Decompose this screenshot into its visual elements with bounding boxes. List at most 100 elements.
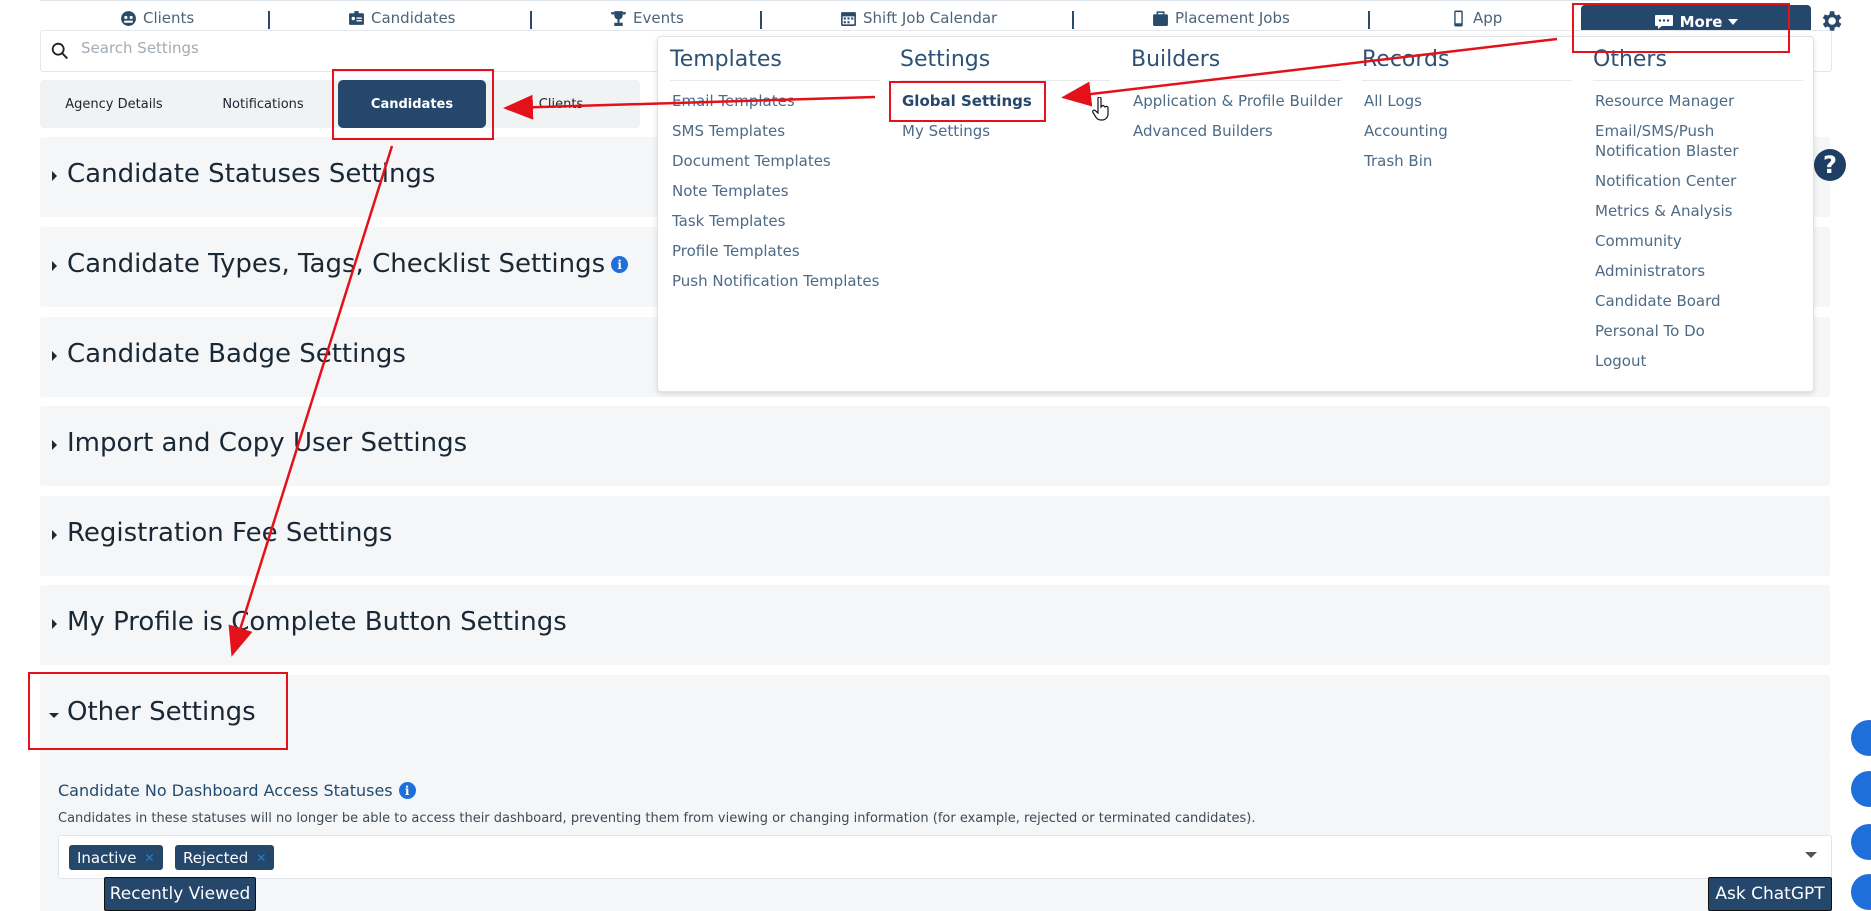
status-chip: Rejected ✕ — [175, 845, 275, 870]
nav-divider — [530, 11, 532, 29]
section-other-settings[interactable]: Other Settings — [40, 675, 1830, 755]
caret-right-icon — [52, 351, 57, 361]
mobile-icon — [1454, 10, 1463, 26]
menu-item[interactable]: SMS Templates — [672, 121, 880, 151]
menu-item[interactable]: Email/SMS/Push Notification Blaster — [1595, 121, 1745, 171]
nav-events-label: Events — [633, 9, 684, 27]
caret-right-icon — [52, 530, 57, 540]
trophy-icon — [611, 10, 626, 26]
menu-item[interactable]: Metrics & Analysis — [1595, 201, 1803, 231]
nav-placement-jobs[interactable]: Placement Jobs — [1152, 9, 1290, 27]
menu-item[interactable]: Task Templates — [672, 211, 880, 241]
nav-shift-job-calendar[interactable]: Shift Job Calendar — [840, 9, 997, 27]
menu-item[interactable]: Trash Bin — [1364, 151, 1572, 181]
tab-clients[interactable]: Clients — [486, 80, 636, 128]
menu-item[interactable]: Candidate Board — [1595, 291, 1803, 321]
menu-item[interactable]: My Settings — [902, 121, 1110, 151]
tab-agency-details[interactable]: Agency Details — [40, 80, 188, 128]
menu-item[interactable]: Profile Templates — [672, 241, 880, 271]
briefcase-icon — [1153, 10, 1168, 26]
menu-item[interactable]: Advanced Builders — [1133, 121, 1343, 151]
remove-icon[interactable]: ✕ — [145, 851, 155, 865]
side-action-button[interactable] — [1851, 874, 1871, 910]
nav-clients[interactable]: Clients — [120, 9, 194, 27]
nav-placement-jobs-label: Placement Jobs — [1175, 9, 1290, 27]
menu-column-others: Others Resource Manager Email/SMS/Push N… — [1593, 47, 1803, 381]
menu-item[interactable]: Push Notification Templates — [672, 271, 880, 301]
menu-item[interactable]: Email Templates — [672, 91, 880, 121]
menu-item[interactable]: Resource Manager — [1595, 91, 1803, 121]
section-title: Candidate Badge Settings — [67, 339, 406, 369]
section-title: Import and Copy User Settings — [67, 428, 468, 458]
section-title-text: Candidate Types, Tags, Checklist Setting… — [67, 249, 606, 279]
menu-heading: Templates — [670, 47, 880, 81]
annotation-box-candidates-tab — [332, 69, 494, 140]
nav-divider — [1368, 11, 1370, 29]
search-icon — [51, 42, 68, 60]
annotation-arrow — [228, 145, 394, 657]
nav-candidates[interactable]: Candidates — [348, 9, 456, 27]
section-import-copy-user[interactable]: Import and Copy User Settings — [40, 406, 1830, 486]
menu-item[interactable]: All Logs — [1364, 91, 1572, 121]
hand-cursor-icon — [1092, 97, 1109, 121]
nav-divider — [760, 11, 762, 29]
search-input[interactable] — [79, 38, 683, 58]
section-title: Registration Fee Settings — [67, 518, 393, 548]
section-title: Candidate Statuses Settings — [67, 159, 436, 189]
nav-divider — [1072, 11, 1074, 29]
side-action-button[interactable] — [1851, 824, 1871, 860]
field-description: Candidates in these statuses will no lon… — [58, 811, 1256, 826]
section-title: Candidate Types, Tags, Checklist Setting… — [67, 249, 629, 279]
side-action-button[interactable] — [1851, 771, 1871, 807]
annotation-box-more — [1572, 3, 1790, 53]
caret-right-icon — [52, 440, 57, 450]
menu-heading: Builders — [1131, 47, 1341, 81]
more-dropdown-menu: Templates Email Templates SMS Templates … — [657, 36, 1814, 392]
menu-heading: Settings — [900, 47, 1110, 81]
menu-item[interactable]: Document Templates — [672, 151, 880, 181]
caret-right-icon — [52, 171, 57, 181]
section-registration-fee[interactable]: Registration Fee Settings — [40, 496, 1830, 576]
calendar-icon — [841, 11, 856, 26]
caret-right-icon — [52, 619, 57, 629]
menu-item[interactable]: Accounting — [1364, 121, 1572, 151]
status-multiselect[interactable]: Inactive ✕ Rejected ✕ — [58, 835, 1832, 879]
chip-label: Rejected — [183, 848, 249, 867]
clients-icon — [121, 10, 136, 26]
help-icon[interactable]: ? — [1814, 149, 1846, 181]
nav-app[interactable]: App — [1450, 9, 1502, 27]
menu-item[interactable]: Community — [1595, 231, 1803, 261]
field-label-text: Candidate No Dashboard Access Statuses — [58, 781, 393, 800]
nav-candidates-label: Candidates — [371, 9, 456, 27]
side-action-button[interactable] — [1851, 720, 1871, 756]
nav-events[interactable]: Events — [610, 9, 684, 27]
id-card-icon — [349, 10, 364, 25]
chip-label: Inactive — [77, 848, 137, 867]
info-icon[interactable]: i — [611, 256, 629, 273]
menu-item[interactable]: Notification Center — [1595, 171, 1803, 201]
section-my-profile-complete[interactable]: My Profile is Complete Button Settings — [40, 585, 1830, 665]
remove-icon[interactable]: ✕ — [256, 851, 266, 865]
menu-item[interactable]: Personal To Do — [1595, 321, 1803, 351]
menu-heading: Records — [1362, 47, 1572, 81]
other-settings-body — [40, 755, 1830, 911]
chevron-down-icon — [1805, 852, 1817, 858]
caret-right-icon — [52, 261, 57, 271]
menu-column-records: Records All Logs Accounting Trash Bin — [1362, 47, 1572, 181]
menu-column-templates: Templates Email Templates SMS Templates … — [670, 47, 880, 301]
section-title: My Profile is Complete Button Settings — [67, 607, 567, 637]
recently-viewed-button[interactable]: Recently Viewed — [104, 877, 256, 911]
nav-app-label: App — [1473, 9, 1503, 27]
info-icon[interactable]: i — [398, 782, 416, 799]
tab-notifications[interactable]: Notifications — [188, 80, 338, 128]
menu-item[interactable]: Application & Profile Builder — [1133, 91, 1343, 121]
field-label: Candidate No Dashboard Access Statuses i — [58, 781, 416, 800]
nav-shift-job-calendar-label: Shift Job Calendar — [863, 9, 998, 27]
menu-item[interactable]: Administrators — [1595, 261, 1803, 291]
nav-divider — [268, 11, 270, 29]
status-chip: Inactive ✕ — [69, 845, 163, 870]
ask-chatgpt-button[interactable]: Ask ChatGPT — [1708, 877, 1832, 911]
annotation-box-other-settings — [28, 672, 288, 750]
menu-item[interactable]: Logout — [1595, 351, 1803, 381]
menu-item[interactable]: Note Templates — [672, 181, 880, 211]
